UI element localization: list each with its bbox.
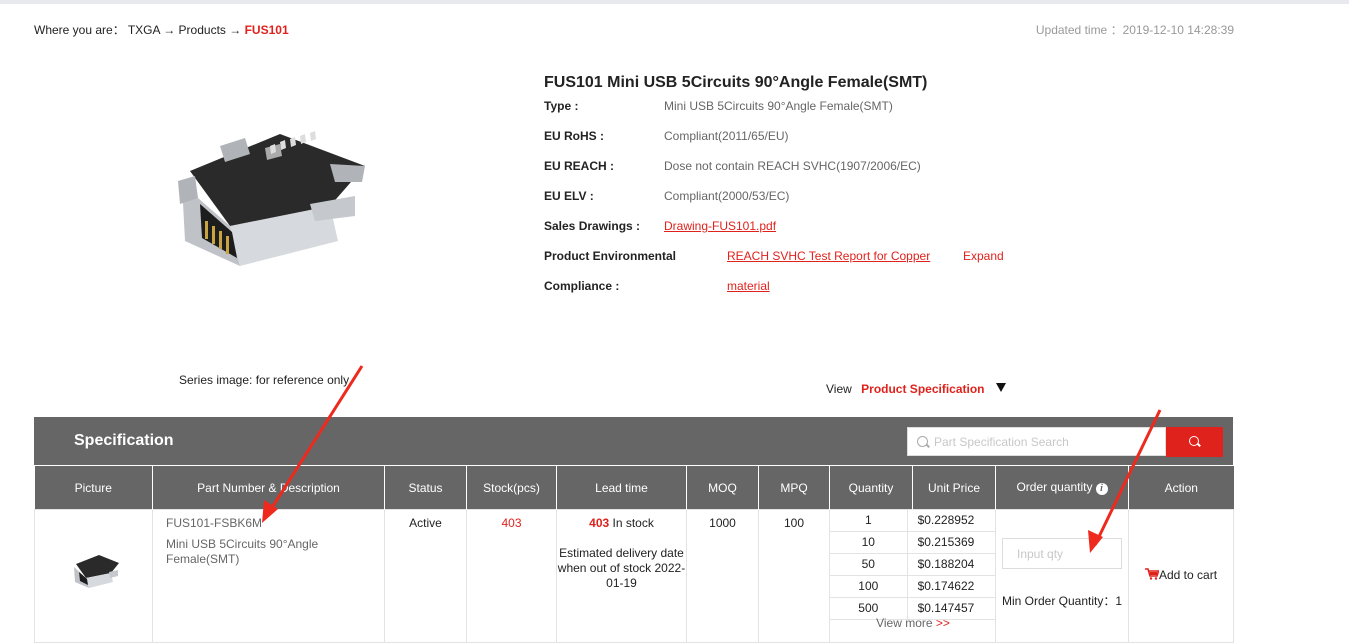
break-quantity: 1 (830, 510, 908, 531)
add-to-cart-label: Add to cart (1159, 568, 1218, 582)
part-search-input[interactable] (934, 428, 1159, 455)
lead-estimate: Estimated delivery date when out of stoc… (557, 546, 686, 590)
cell-part-number: FUS101-FSBK6M Mini USB 5Circuits 90°Angl… (152, 509, 385, 643)
status-value: Active (409, 516, 442, 530)
elv-value: Compliant(2000/53/EC) (664, 189, 790, 203)
column-header-quantity: Quantity (829, 466, 913, 510)
column-header-mpq: MPQ (758, 466, 830, 510)
updated-time: Updated time ：2019-12-10 14:28:39 (1035, 23, 1234, 37)
breadcrumb-prefix: Where you are： (34, 23, 125, 37)
view-more-label: View more (876, 616, 933, 630)
compliance-label: Compliance : (544, 279, 620, 293)
reach-value: Dose not contain REACH SVHC(1907/2006/EC… (664, 159, 921, 173)
break-quantity: 10 (830, 532, 908, 553)
moq-value: 1000 (709, 516, 736, 530)
price-break-row: 1 $0.228952 (830, 510, 996, 532)
price-break-row: 50 $0.188204 (830, 554, 996, 576)
top-border (0, 0, 1349, 4)
column-header-action: Action (1128, 466, 1234, 510)
breadcrumb-item-products[interactable]: Products (179, 23, 226, 37)
mpq-value: 100 (783, 516, 805, 530)
type-label: Type : (544, 99, 579, 113)
order-quantity-label: Order quantity (1016, 480, 1093, 494)
column-header-part-number: Part Number & Description (152, 466, 385, 510)
product-image (178, 131, 365, 266)
part-number[interactable]: FUS101-FSBK6M (166, 516, 262, 530)
expand-link[interactable]: Expand (963, 249, 1004, 263)
price-break-table: 1 $0.228952 10 $0.215369 50 $0.188204 10… (830, 510, 996, 620)
column-header-unit-price: Unit Price (912, 466, 996, 510)
lead-stock-count: 403 (589, 516, 610, 530)
info-icon[interactable]: i (1095, 483, 1108, 495)
table-header-row: Picture Part Number & Description Status… (34, 466, 1234, 510)
table-row: FUS101-FSBK6M Mini USB 5Circuits 90°Angl… (34, 509, 1234, 643)
breadcrumb-separator: → (163, 23, 176, 37)
cell-order-quantity: Min Order Quantity：1 (995, 509, 1129, 643)
reach-label: EU REACH : (544, 159, 615, 173)
type-value: Mini USB 5Circuits 90°Angle Female(SMT) (664, 99, 893, 113)
lead-stock-text: In stock (609, 516, 654, 530)
dropdown-triangle-icon[interactable] (995, 383, 1006, 392)
column-header-moq: MOQ (686, 466, 759, 510)
column-header-picture: Picture (34, 466, 153, 510)
specification-table: Picture Part Number & Description Status… (34, 466, 1234, 643)
specification-header: Specification (34, 417, 1233, 465)
reach-report-link[interactable]: REACH SVHC Test Report for Copper (727, 249, 930, 263)
view-more-link[interactable]: View more >> (830, 616, 996, 630)
cell-moq: 1000 (686, 509, 759, 643)
cell-picture (34, 509, 153, 643)
specification-title: Specification (74, 432, 174, 449)
view-option-product-specification[interactable]: Product Specification (861, 382, 984, 396)
cell-action: Add to cart (1128, 509, 1234, 643)
search-icon (917, 436, 928, 447)
view-more-arrow: >> (935, 616, 950, 630)
rohs-label: EU RoHS : (544, 129, 604, 143)
part-thumbnail[interactable] (71, 552, 121, 592)
search-button[interactable] (1166, 427, 1223, 457)
breadcrumb-current: FUS101 (244, 23, 289, 37)
breadcrumb: Where you are： TXGA → Products → FUS101 (34, 21, 289, 38)
break-price: $0.228952 (917, 513, 975, 527)
product-title: FUS101 Mini USB 5Circuits 90°Angle Femal… (544, 74, 928, 91)
material-link[interactable]: material (727, 279, 770, 293)
lead-stock: 403 In stock (557, 516, 686, 530)
min-order-quantity: Min Order Quantity：1 (1002, 594, 1123, 608)
stock-value: 403 (501, 516, 522, 530)
drawing-pdf-link[interactable]: Drawing-FUS101.pdf (664, 219, 776, 233)
elv-label: EU ELV : (544, 189, 594, 203)
order-quantity-input[interactable] (1002, 538, 1122, 569)
break-price: $0.215369 (917, 535, 975, 549)
break-quantity: 100 (830, 576, 908, 597)
column-header-stock: Stock(pcs) (466, 466, 557, 510)
image-caption: Series image: for reference only (179, 373, 350, 387)
part-search-box (907, 427, 1166, 456)
view-selector: View Product Specification (826, 382, 1006, 396)
breadcrumb-item-txga[interactable]: TXGA (128, 23, 160, 37)
price-break-row: 100 $0.174622 (830, 576, 996, 598)
break-quantity: 50 (830, 554, 908, 575)
add-to-cart-button[interactable]: Add to cart (1145, 568, 1217, 582)
rohs-value: Compliant(2011/65/EU) (664, 129, 789, 143)
cell-lead-time: 403 In stock Estimated delivery date whe… (556, 509, 687, 643)
cart-icon (1145, 568, 1159, 580)
cell-mpq: 100 (758, 509, 830, 643)
environmental-label: Product Environmental (544, 249, 677, 263)
drawings-label: Sales Drawings : (544, 219, 641, 233)
column-header-lead-time: Lead time (556, 466, 687, 510)
breadcrumb-separator: → (229, 23, 242, 37)
break-price: $0.174622 (917, 579, 975, 593)
price-break-row: 10 $0.215369 (830, 532, 996, 554)
search-icon (1189, 436, 1199, 446)
cell-status: Active (384, 509, 467, 643)
break-price: $0.188204 (917, 557, 975, 571)
cell-stock: 403 (466, 509, 557, 643)
cell-price-breaks: 1 $0.228952 10 $0.215369 50 $0.188204 10… (829, 509, 996, 643)
part-description: Mini USB 5Circuits 90°Angle Female(SMT) (166, 537, 319, 566)
column-header-order-quantity: Order quantity i (995, 466, 1129, 510)
column-header-status: Status (384, 466, 467, 510)
view-label: View (826, 382, 852, 396)
